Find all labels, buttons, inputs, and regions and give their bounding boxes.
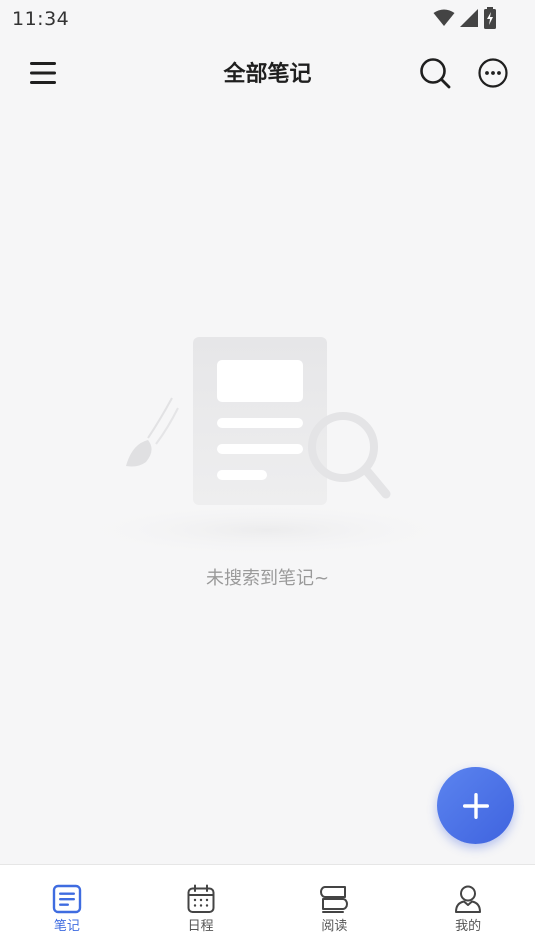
- battery-charging-icon: [484, 7, 496, 29]
- status-bar: 11:34: [0, 0, 535, 36]
- profile-icon: [453, 884, 483, 914]
- menu-button[interactable]: [26, 56, 60, 90]
- plus-icon: [462, 792, 489, 819]
- nav-item-calendar[interactable]: 日程: [134, 865, 268, 952]
- calendar-icon: [186, 884, 216, 914]
- more-icon: [478, 58, 508, 88]
- status-icons: [433, 6, 497, 30]
- signal-icon: [460, 9, 478, 27]
- add-note-button[interactable]: [437, 767, 514, 844]
- nav-label: 阅读: [321, 919, 348, 934]
- search-icon: [420, 58, 451, 89]
- empty-state-illustration: [60, 320, 475, 560]
- nav-label: 日程: [187, 919, 214, 934]
- bottom-nav: 笔记 日程 阅读 我的: [0, 864, 535, 952]
- empty-state-message: 未搜索到笔记~: [205, 568, 330, 589]
- nav-item-profile[interactable]: 我的: [401, 865, 535, 952]
- notes-icon: [52, 884, 82, 914]
- page-title: 全部笔记: [223, 62, 312, 87]
- status-time: 11:34: [12, 8, 70, 30]
- search-button[interactable]: [416, 54, 454, 92]
- nav-item-notes[interactable]: 笔记: [0, 865, 134, 952]
- reading-icon: [319, 884, 349, 914]
- nav-label: 我的: [455, 919, 482, 934]
- menu-icon: [30, 62, 56, 84]
- wifi-icon: [433, 9, 455, 26]
- header: 全部笔记: [0, 36, 535, 108]
- empty-notes-search-icon: [67, 337, 467, 558]
- more-button[interactable]: [474, 54, 512, 92]
- nav-item-reading[interactable]: 阅读: [268, 865, 402, 952]
- nav-label: 笔记: [53, 919, 80, 934]
